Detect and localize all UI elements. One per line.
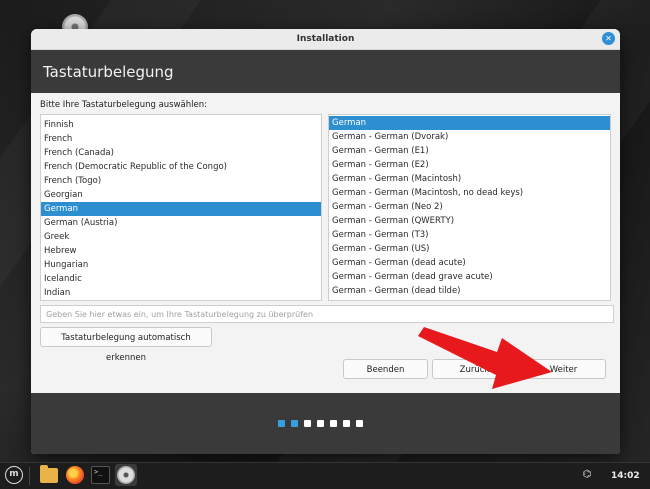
step-dot	[278, 420, 285, 427]
step-dot	[317, 420, 324, 427]
variant-list-item[interactable]: German	[329, 116, 610, 130]
layout-list-item[interactable]: Georgian	[41, 188, 321, 202]
keyboard-variant-list[interactable]: German German - German (Dvorak) German - G…	[328, 114, 611, 301]
variant-list-item[interactable]: German - German (E1)	[329, 144, 610, 158]
mint-menu-icon[interactable]: m	[5, 466, 23, 484]
detect-layout-button[interactable]: Tastaturbelegung automatisch erkennen	[40, 327, 212, 363]
back-button[interactable]: Zurück	[432, 359, 517, 379]
page-header: Tastaturbelegung	[31, 50, 620, 93]
variant-list-item[interactable]: German - German (Dvorak)	[329, 130, 610, 144]
layout-list-item[interactable]: German (Austria)	[41, 216, 321, 230]
window-titlebar[interactable]: Installation ⌄ ✕	[31, 29, 620, 50]
close-icon[interactable]: ✕	[602, 32, 615, 45]
step-dot	[304, 420, 311, 427]
layout-prompt: Bitte Ihre Tastaturbelegung auswählen:	[40, 100, 207, 110]
progress-footer	[31, 393, 620, 454]
variant-list-item[interactable]: German - German (dead tilde)	[329, 284, 610, 298]
layout-list-item[interactable]: Hebrew	[41, 244, 321, 258]
step-dot	[291, 420, 298, 427]
taskbar: m >_ ⌬ 14:02	[0, 462, 650, 489]
layout-list-item[interactable]: French	[41, 132, 321, 146]
page-title: Tastaturbelegung	[43, 63, 174, 81]
installer-window: Installation ⌄ ✕ Tastaturbelegung Bitte …	[31, 29, 620, 454]
variant-list-item[interactable]: German - German (Macintosh)	[329, 172, 610, 186]
window-title: Installation	[296, 34, 355, 44]
layout-list-item[interactable]: French (Democratic Republic of the Congo…	[41, 160, 321, 174]
folder-icon[interactable]	[40, 465, 58, 483]
variant-list-item[interactable]: German - German (Macintosh, no dead keys…	[329, 186, 610, 200]
step-dot	[343, 420, 350, 427]
variant-list-item[interactable]: German - German (QWERTY)	[329, 214, 610, 228]
network-icon[interactable]: ⌬	[581, 469, 593, 481]
variant-list-item[interactable]: German - German (US)	[329, 242, 610, 256]
layout-list-item[interactable]: Hungarian	[41, 258, 321, 272]
firefox-icon[interactable]	[66, 466, 84, 484]
layout-list-item[interactable]: Greek	[41, 230, 321, 244]
step-indicator	[278, 420, 369, 430]
keyboard-layout-list[interactable]: Finnish French French (Canada) French (Demo…	[40, 114, 322, 301]
step-dot	[330, 420, 337, 427]
clock[interactable]: 14:02	[611, 463, 640, 489]
quit-button[interactable]: Beenden	[343, 359, 428, 379]
layout-list-item[interactable]: Finnish	[41, 118, 321, 132]
layout-list-item[interactable]: French (Togo)	[41, 174, 321, 188]
terminal-icon[interactable]: >_	[91, 466, 110, 484]
taskbar-separator	[29, 467, 30, 485]
next-button[interactable]: Weiter	[521, 359, 606, 379]
layout-list-item[interactable]: French (Canada)	[41, 146, 321, 160]
layout-list-item[interactable]: Indian	[41, 286, 321, 300]
step-dot	[356, 420, 363, 427]
layout-list-item[interactable]: Icelandic	[41, 272, 321, 286]
variant-list-item[interactable]: German - German (T3)	[329, 228, 610, 242]
layout-list-item[interactable]: German	[41, 202, 321, 216]
variant-list-item[interactable]: German - German (Neo 2)	[329, 200, 610, 214]
variant-list-item[interactable]: German - German (dead grave acute)	[329, 270, 610, 284]
variant-list-item[interactable]: German - German (dead acute)	[329, 256, 610, 270]
variant-list-item[interactable]: German - German (E2)	[329, 158, 610, 172]
keyboard-test-input[interactable]	[40, 305, 614, 323]
disc-icon[interactable]	[117, 466, 135, 484]
